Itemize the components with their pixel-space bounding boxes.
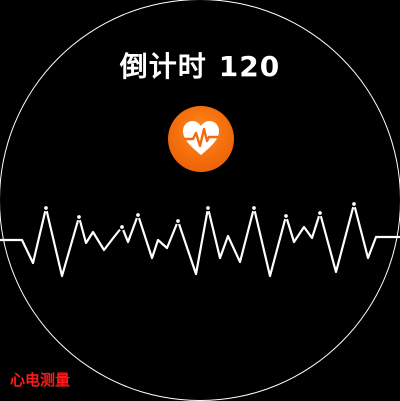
ecg-peak-marker xyxy=(316,209,324,217)
ecg-waveform xyxy=(0,200,400,278)
ecg-peak-marker xyxy=(204,204,212,212)
ecg-peak-marker xyxy=(134,211,142,219)
ecg-peak-marker xyxy=(75,213,83,221)
ecg-peak-marker xyxy=(42,204,50,212)
ecg-peak-marker xyxy=(282,212,290,220)
ecg-peak-marker xyxy=(118,223,126,231)
mode-label: 心电测量 xyxy=(10,371,71,389)
ecg-peak-marker xyxy=(174,217,182,225)
ecg-peak-marker xyxy=(250,204,258,212)
ecg-peak-marker xyxy=(350,200,358,208)
